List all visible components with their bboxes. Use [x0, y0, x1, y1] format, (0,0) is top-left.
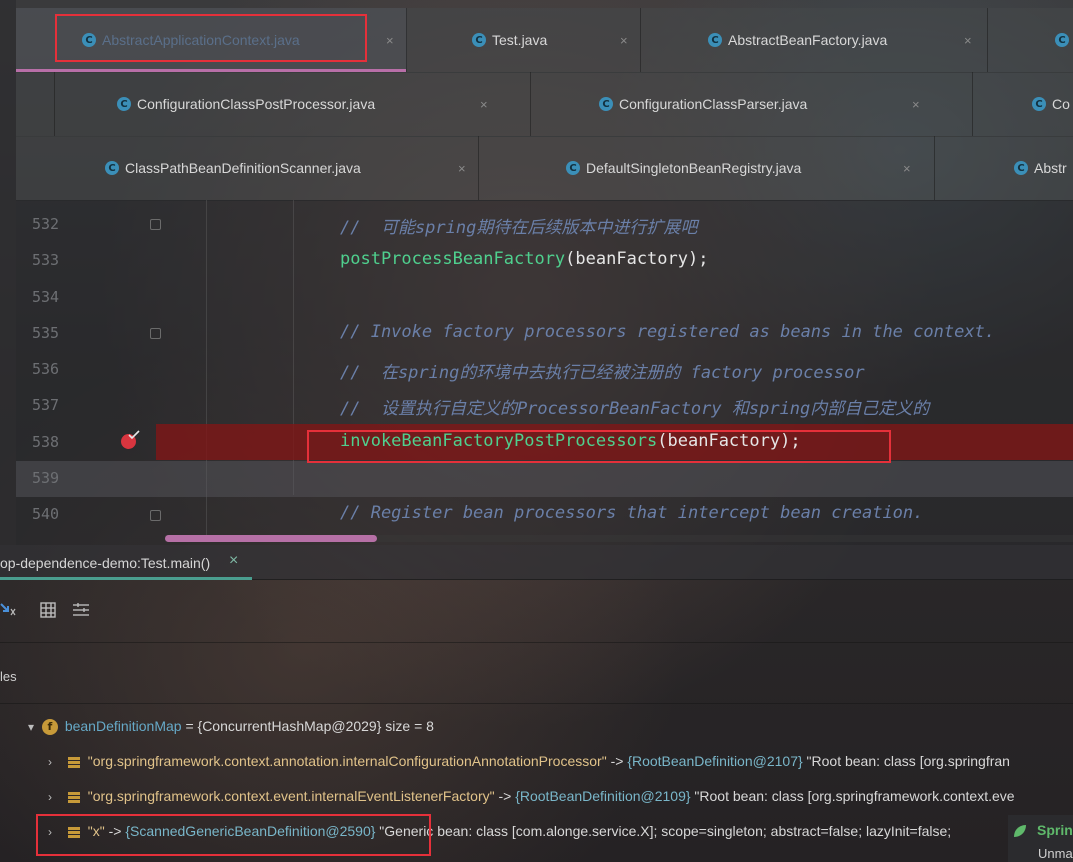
class-icon: C [105, 161, 119, 175]
tab-configuration-class-post-processor[interactable]: C ConfigurationClassPostProcessor.java × [54, 72, 531, 136]
fold-marker-icon[interactable] [150, 219, 161, 230]
tab-label: ConfigurationClassParser.java [619, 96, 808, 112]
step-into-icon[interactable] [0, 600, 18, 618]
fold-marker-icon[interactable] [150, 328, 161, 339]
method-call: postProcessBeanFactory [340, 249, 566, 269]
left-tool-strip [0, 0, 16, 545]
class-icon: C [599, 97, 613, 111]
close-icon[interactable]: × [620, 33, 628, 48]
class-icon: C [566, 161, 580, 175]
close-icon[interactable]: × [912, 97, 920, 112]
line-number: 533 [32, 251, 60, 269]
close-icon[interactable]: × [480, 97, 488, 112]
variable-value: = {ConcurrentHashMap@2029} size = 8 [181, 718, 434, 734]
map-entry-icon [67, 756, 80, 768]
entry-ref: {RootBeanDefinition@2107} [627, 753, 803, 769]
variables-header [0, 642, 1073, 704]
tab-label: Abstr [1034, 160, 1067, 176]
tab-label: Co [1052, 96, 1070, 112]
breakpoint-check-icon [128, 430, 140, 440]
tab-abstract-bean-factory[interactable]: C AbstractBeanFactory.java × [640, 8, 988, 72]
tab-overflow-row2[interactable]: C Co [972, 72, 1073, 136]
line-number: 540 [32, 505, 60, 523]
code-line: postProcessBeanFactory(beanFactory); [340, 249, 708, 269]
close-icon[interactable]: × [229, 552, 238, 570]
entry-key: "org.springframework.context.annotation.… [87, 753, 607, 769]
entry-desc: "Root bean: class [org.springfran [802, 753, 1010, 769]
spring-leaf-icon [1014, 825, 1026, 837]
tree-row[interactable]: › "org.springframework.context.annotatio… [48, 753, 1010, 769]
tab-label: ClassPathBeanDefinitionScanner.java [125, 160, 361, 176]
entry-ref: {RootBeanDefinition@2109} [515, 788, 691, 804]
current-line-highlight [16, 461, 1073, 497]
code-comment: // Register bean processors that interce… [340, 503, 924, 523]
active-tab-indicator [0, 577, 252, 580]
line-number: 536 [32, 360, 60, 378]
tab-label: DefaultSingletonBeanRegistry.java [586, 160, 802, 176]
code-comment: // 设置执行自定义的ProcessorBeanFactory 和spring内… [340, 399, 930, 419]
unmapped-label: Unma [1038, 846, 1073, 861]
field-icon: f [41, 719, 58, 736]
tab-label: Test.java [492, 32, 548, 48]
line-number: 535 [32, 324, 60, 342]
variable-name: beanDefinitionMap [64, 718, 182, 734]
tab-overflow[interactable]: C [987, 8, 1073, 72]
code-comment: // 在spring的环境中去执行已经被注册的 factory processo… [340, 363, 865, 383]
close-icon[interactable]: × [386, 33, 394, 48]
highlight-box-active-tab [55, 14, 367, 62]
settings-list-icon[interactable] [72, 602, 90, 618]
class-icon: C [1032, 97, 1046, 111]
table-view-icon[interactable] [40, 602, 56, 618]
chevron-right-icon[interactable]: › [48, 790, 52, 804]
code-comment: // 可能spring期待在后续版本中进行扩展吧 [340, 218, 698, 238]
variables-label: les [0, 669, 17, 684]
editor-tabs-row-2: C ConfigurationClassPostProcessor.java ×… [16, 72, 1073, 137]
entry-desc: "Root bean: class [org.springframework.c… [690, 788, 1015, 804]
entry-desc: "Generic bean: class [com.alonge.service… [375, 823, 952, 839]
debug-toolbar [0, 590, 1073, 632]
tab-label: AbstractBeanFactory.java [728, 32, 888, 48]
line-number: 537 [32, 396, 60, 414]
call-arguments: (beanFactory); [565, 249, 709, 269]
class-icon: C [472, 33, 486, 47]
code-comment: // Invoke factory processors registered … [340, 322, 996, 342]
chevron-down-icon[interactable]: ▾ [28, 720, 34, 734]
entry-key: "org.springframework.context.event.inter… [87, 788, 495, 804]
tab-label: ConfigurationClassPostProcessor.java [137, 96, 376, 112]
entry-arrow: -> [606, 753, 628, 769]
line-number: 534 [32, 288, 60, 306]
tab-class-path-bean-definition-scanner[interactable]: C ClassPathBeanDefinitionScanner.java × [16, 136, 479, 200]
debug-session-tab[interactable]: op-dependence-demo:Test.main() [0, 555, 210, 571]
close-icon[interactable]: × [903, 161, 911, 176]
line-number: 539 [32, 469, 60, 487]
entry-arrow: -> [494, 788, 516, 804]
line-number: 532 [32, 215, 60, 233]
line-number: 538 [32, 433, 60, 451]
tab-default-singleton-bean-registry[interactable]: C DefaultSingletonBeanRegistry.java × [478, 136, 935, 200]
fold-marker-icon[interactable] [150, 510, 161, 521]
editor-tabs-row-3: C ClassPathBeanDefinitionScanner.java × … [16, 136, 1073, 201]
tree-row-root[interactable]: ▾ f beanDefinitionMap = {ConcurrentHashM… [28, 718, 434, 736]
tab-test[interactable]: C Test.java × [406, 8, 641, 72]
spring-label: Sprin [1037, 822, 1073, 838]
class-icon: C [1014, 161, 1028, 175]
close-icon[interactable]: × [458, 161, 466, 176]
chevron-right-icon[interactable]: › [48, 755, 52, 769]
class-icon: C [1055, 33, 1069, 47]
tab-configuration-class-parser[interactable]: C ConfigurationClassParser.java × [529, 72, 973, 136]
map-entry-icon [67, 791, 80, 803]
class-icon: C [117, 97, 131, 111]
class-icon: C [708, 33, 722, 47]
close-icon[interactable]: × [964, 33, 972, 48]
horizontal-scrollbar-thumb[interactable] [165, 535, 377, 542]
tree-row[interactable]: › "org.springframework.context.event.int… [48, 788, 1015, 804]
highlight-box-invoke-call [307, 430, 891, 463]
tab-overflow-row3[interactable]: C Abstr [934, 136, 1073, 200]
highlight-box-x-entry [36, 814, 431, 856]
